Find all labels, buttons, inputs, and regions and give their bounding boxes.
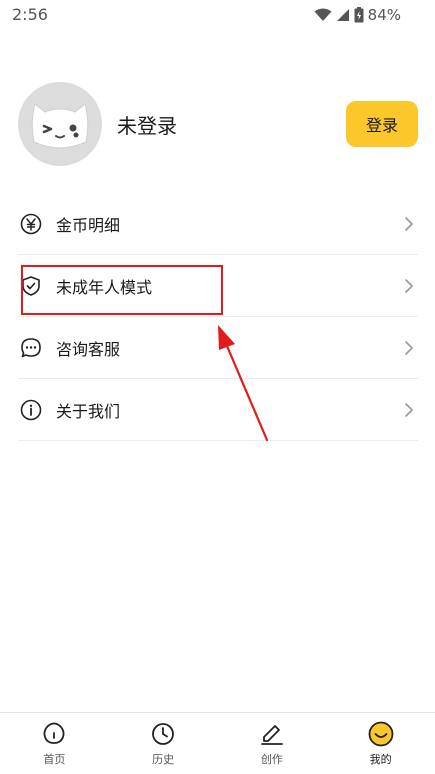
chat-bubble-icon: [20, 337, 42, 359]
bottom-nav: 首页 历史 创作 我的: [0, 712, 435, 774]
nav-label: 历史: [152, 753, 175, 766]
chevron-right-icon: [405, 216, 413, 231]
menu-item-label: 金币明细: [56, 215, 121, 235]
annotation-highlight-box: [21, 265, 223, 315]
nav-label: 首页: [43, 753, 66, 766]
user-name: 未登录: [117, 114, 177, 138]
chevron-right-icon: [405, 402, 413, 417]
profile-section: 未登录 登录: [0, 82, 435, 166]
cat-avatar-icon: [18, 82, 102, 166]
avatar[interactable]: [18, 82, 102, 166]
chevron-right-icon: [405, 278, 413, 293]
menu-item-label: 关于我们: [56, 401, 121, 421]
nav-item-mine[interactable]: 我的: [326, 713, 435, 774]
status-time: 2:56: [12, 5, 48, 24]
smiley-icon: [368, 721, 394, 747]
annotation-arrow-icon: [218, 325, 269, 442]
battery-icon: [354, 7, 364, 23]
battery-percentage: 84%: [367, 6, 401, 24]
login-button[interactable]: 登录: [346, 101, 418, 147]
nav-label: 创作: [260, 753, 283, 766]
nav-label: 我的: [369, 753, 392, 766]
nav-item-history[interactable]: 历史: [109, 713, 218, 774]
menu-item-coin-details[interactable]: 金币明细: [18, 193, 418, 255]
status-icons: 84%: [314, 6, 401, 24]
nav-item-home[interactable]: 首页: [0, 713, 109, 774]
home-icon: [41, 721, 67, 747]
menu-item-label: 咨询客服: [56, 339, 121, 359]
signal-icon: [336, 9, 349, 21]
nav-item-create[interactable]: 创作: [218, 713, 327, 774]
chevron-right-icon: [405, 340, 413, 355]
info-icon: [20, 399, 42, 421]
clock-icon: [150, 721, 176, 747]
pencil-icon: [259, 721, 285, 747]
yen-coin-icon: [20, 213, 42, 235]
status-bar: 2:56 84%: [0, 0, 435, 30]
wifi-icon: [314, 8, 332, 21]
